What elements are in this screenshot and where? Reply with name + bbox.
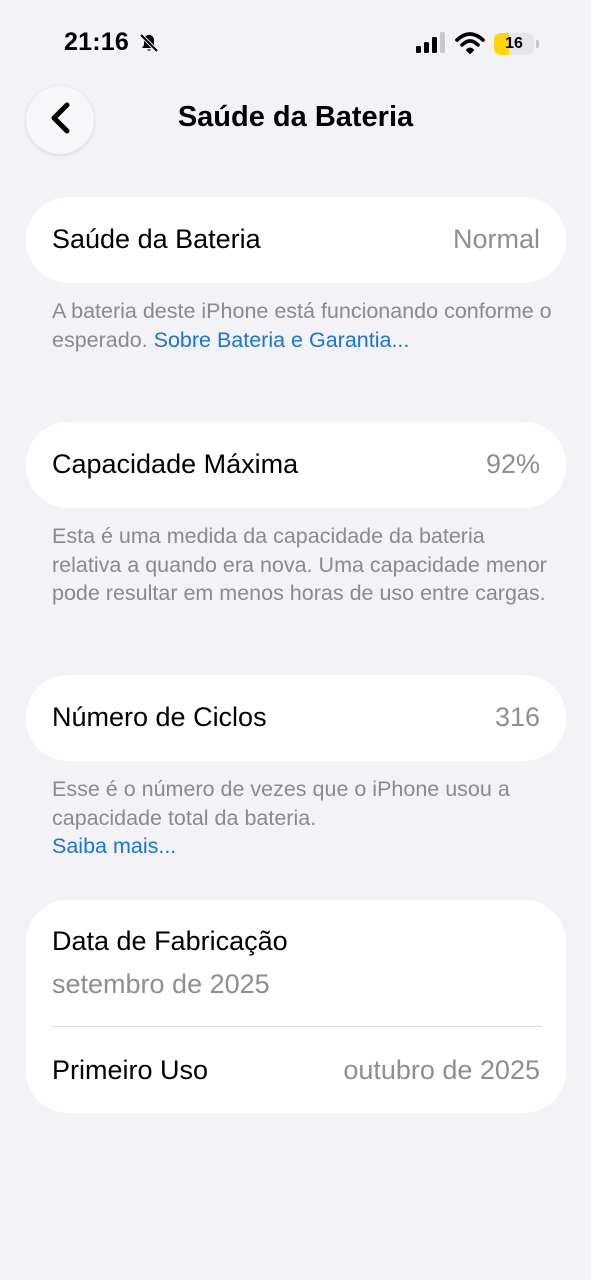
battery-warranty-link[interactable]: Sobre Bateria e Garantia... (154, 328, 410, 352)
max-capacity-label: Capacidade Máxima (52, 449, 299, 479)
max-capacity-card: Capacidade Máxima 92% (26, 422, 566, 508)
cycle-count-footnote: Esse é o número de vezes que o iPhone us… (52, 775, 552, 861)
battery-cap (536, 40, 539, 48)
max-capacity-footnote: Esta é uma medida da capacidade da bater… (52, 524, 547, 605)
bell-slash-icon (138, 32, 160, 59)
battery-health-label: Saúde da Bateria (52, 224, 261, 254)
cycle-count-card: Número de Ciclos 316 (26, 675, 566, 761)
learn-more-link[interactable]: Saiba mais... (52, 834, 176, 858)
status-bar: 21:16 16 (0, 0, 591, 80)
divider (52, 1026, 542, 1027)
wifi-icon (455, 31, 485, 60)
battery-icon: 16 (494, 33, 534, 55)
first-use-value: outubro de 2025 (343, 1055, 540, 1085)
battery-level: 16 (505, 35, 523, 52)
dates-card: Data de Fabricação setembro de 2025 Prim… (26, 900, 566, 1113)
cellular-signal-icon (416, 32, 448, 59)
page-title: Saúde da Bateria (177, 101, 414, 133)
status-time: 21:16 (64, 28, 129, 56)
manufacture-date-label: Data de Fabricação (52, 926, 288, 956)
cycle-count-value: 316 (494, 702, 540, 732)
battery-health-card: Saúde da Bateria Normal (26, 197, 566, 283)
cycle-count-label: Número de Ciclos (52, 702, 267, 732)
max-capacity-value: 92% (485, 449, 540, 479)
manufacture-date-value: setembro de 2025 (52, 969, 270, 999)
first-use-label: Primeiro Uso (52, 1055, 209, 1085)
battery-health-footnote: A bateria deste iPhone está funcionando … (52, 297, 552, 354)
battery-health-value: Normal (452, 224, 540, 254)
cycle-count-footnote-text: Esse é o número de vezes que o iPhone us… (52, 777, 510, 830)
